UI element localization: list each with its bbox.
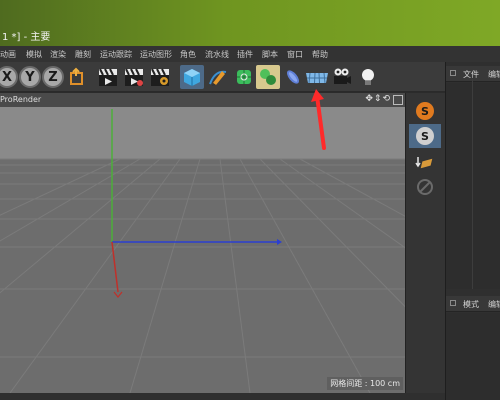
grid-lines: [0, 158, 405, 393]
3d-viewport[interactable]: 网格间距 : 100 cm: [0, 107, 405, 393]
snap-settings-s-badge: S: [416, 127, 434, 145]
attribute-manager-mode-menu[interactable]: 模式: [463, 299, 479, 310]
menu-item-script[interactable]: 脚本: [262, 49, 278, 60]
main-toolbar: X Y Z: [0, 62, 445, 92]
subdivision-surface-icon[interactable]: [232, 65, 256, 89]
y-lock-label: Y: [25, 69, 35, 85]
panel-grip-icon[interactable]: [450, 70, 456, 76]
side-toolbar: S S: [405, 93, 445, 393]
title-bar: 1 *] - 主要: [0, 0, 500, 46]
attribute-manager-body[interactable]: [446, 313, 500, 400]
camera-icon[interactable]: [330, 65, 354, 89]
render-view-icon[interactable]: [96, 65, 120, 89]
pen-spline-icon[interactable]: [206, 65, 230, 89]
attribute-manager-edit-menu[interactable]: 编辑: [488, 299, 500, 310]
z-lock-icon[interactable]: Z: [42, 66, 64, 88]
menu-item-render[interactable]: 渲染: [50, 49, 66, 60]
z-axis-arrow: [277, 239, 282, 245]
viewport-grid: [0, 109, 405, 393]
menu-item-sculpt[interactable]: 雕刻: [75, 49, 91, 60]
cube-icon[interactable]: [180, 65, 204, 89]
render-picture-viewer-icon[interactable]: [122, 65, 146, 89]
menu-item-window[interactable]: 窗口: [287, 49, 303, 60]
menu-item-character[interactable]: 角色: [180, 49, 196, 60]
y-lock-icon[interactable]: Y: [19, 66, 41, 88]
menu-item-mograph[interactable]: 运动图形: [140, 49, 172, 60]
snap-settings-icon[interactable]: S: [409, 124, 441, 148]
object-manager-body[interactable]: [446, 83, 500, 289]
object-manager-file-menu[interactable]: 文件: [463, 69, 479, 80]
renderer-label: ProRender: [0, 95, 42, 104]
x-axis-arrow: [113, 291, 123, 298]
menu-item-simulate[interactable]: 模拟: [26, 49, 42, 60]
snap-s-badge: S: [416, 102, 434, 120]
x-lock-icon[interactable]: X: [0, 66, 18, 88]
menu-item-plugins[interactable]: 插件: [237, 49, 253, 60]
workplane-icon[interactable]: [409, 150, 441, 174]
menu-item-motion-tracking[interactable]: 运动跟踪: [100, 49, 132, 60]
menu-item-animation[interactable]: 动画: [0, 49, 16, 60]
snap-icon[interactable]: S: [409, 99, 441, 123]
edit-render-settings-icon[interactable]: [148, 65, 172, 89]
viewport-nav-icons[interactable]: ✥⇕⟲: [365, 94, 391, 104]
menu-item-pipeline[interactable]: 流水线: [205, 49, 229, 60]
menu-item-help[interactable]: 帮助: [312, 49, 328, 60]
x-lock-label: X: [1, 69, 13, 85]
viewport-header: ProRender ✥⇕⟲: [0, 93, 405, 107]
x-axis-line: [111, 241, 119, 293]
locked-workplane-icon[interactable]: [409, 175, 441, 199]
grid-spacing-readout: 网格间距 : 100 cm: [327, 377, 403, 390]
z-lock-label: Z: [48, 69, 58, 85]
floor-icon[interactable]: [305, 65, 329, 89]
deformer-icon[interactable]: [281, 65, 305, 89]
viewport-bottom-strip: [0, 393, 445, 400]
light-icon[interactable]: [356, 65, 380, 89]
attribute-manager-header: 模式 编辑: [446, 296, 500, 312]
annotation-arrow-icon: [311, 89, 326, 150]
object-manager-divider: [472, 79, 473, 289]
right-panel: 文件 编辑 模式 编辑: [445, 62, 500, 400]
snap-s-label: S: [421, 104, 429, 118]
object-manager-edit-menu[interactable]: 编辑: [488, 69, 500, 80]
window-title: 1 *] - 主要: [2, 32, 51, 43]
menu-bar: 动画 模拟 渲染 雕刻 运动跟踪 运动图形 角色 流水线 插件 脚本 窗口 帮助: [0, 46, 500, 62]
panel-grip-icon[interactable]: [450, 300, 456, 306]
snap-settings-s-label: S: [421, 129, 429, 143]
coordinate-system-icon[interactable]: [66, 65, 90, 89]
array-icon[interactable]: [256, 65, 280, 89]
object-manager-header: 文件 编辑: [446, 66, 500, 82]
maximize-viewport-icon[interactable]: [393, 95, 403, 105]
